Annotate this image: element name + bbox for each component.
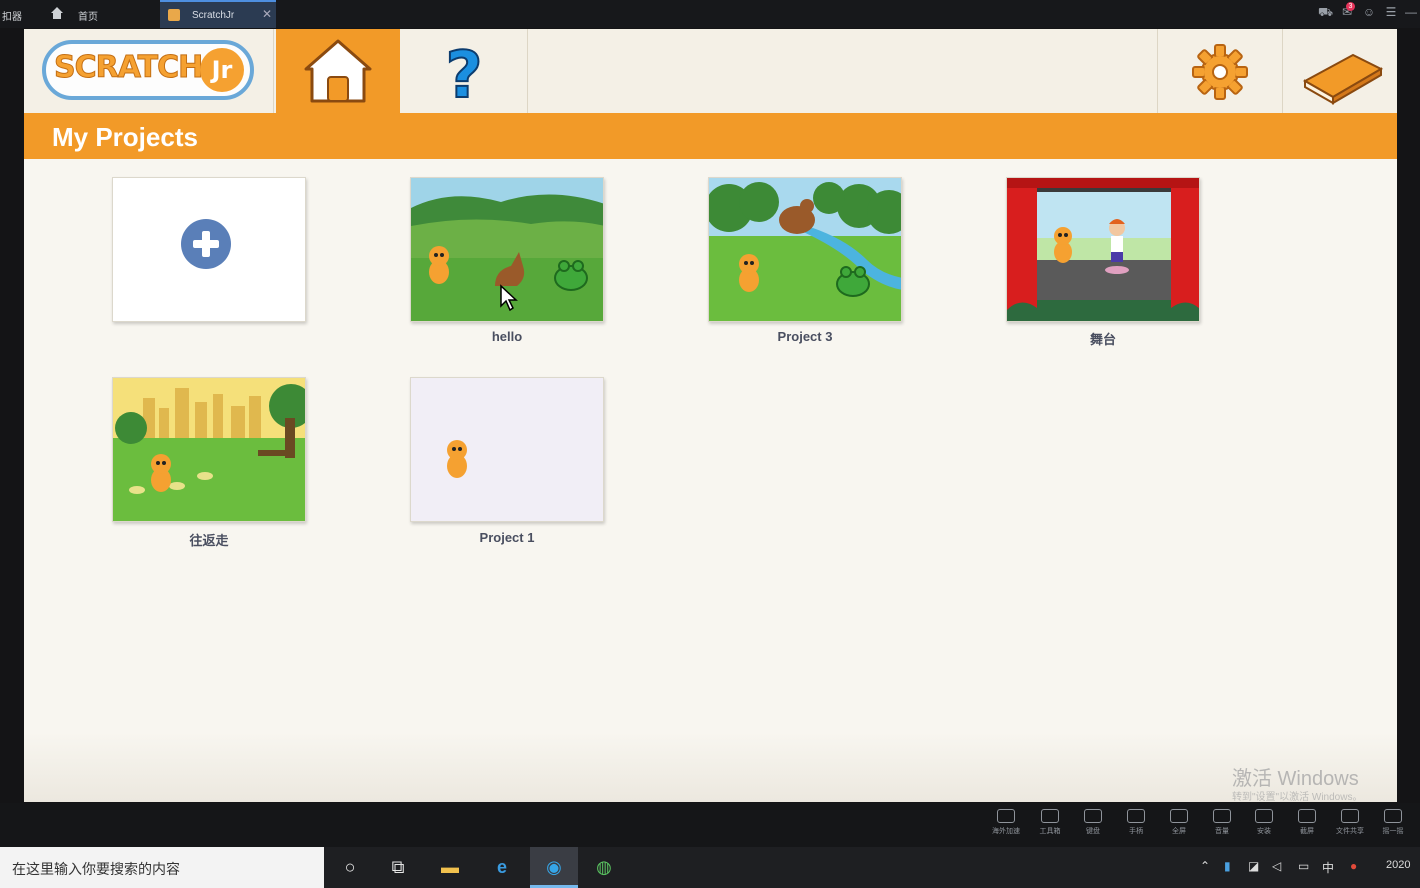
app-header: SCRATCH Jr ? — [24, 29, 1397, 114]
emulator-app-name: 扣器 — [2, 12, 22, 23]
toolbar-keyboard[interactable]: 键盘 — [1073, 809, 1113, 836]
project-card-stage[interactable] — [1006, 177, 1200, 322]
project-label-project-3: Project 3 — [777, 329, 833, 344]
project-label-round-trip: 往返走 — [189, 533, 229, 548]
windows-taskbar: 在这里输入你要搜索的内容 ○ ⧉ ▬ e ◉ ◍ ⌃ ▮ ◪ ◁ ▭ 中 ● 2… — [0, 847, 1420, 888]
shake-icon — [1384, 809, 1402, 823]
home-button[interactable] — [276, 29, 400, 113]
active-tab[interactable]: ScratchJr ✕ — [160, 0, 276, 28]
project-card-hello[interactable] — [410, 177, 604, 322]
tray-clock[interactable]: 2020 — [1386, 859, 1410, 871]
home-tab-icon[interactable] — [50, 6, 64, 20]
toolbar-toolbox[interactable]: 工具箱 — [1030, 809, 1070, 836]
minimize-icon[interactable]: — — [1404, 5, 1418, 19]
toolbar-accelerate[interactable]: 海外加速 — [986, 809, 1026, 836]
emulator-toolbar: 海外加速 工具箱 键盘 手柄 全屏 音量 安装 截屏 文件共享 摇一摇 — [0, 803, 1420, 847]
toolbox-icon — [1041, 809, 1059, 823]
tray-network-icon[interactable]: ◪ — [1248, 859, 1259, 873]
project-thumbnail — [113, 378, 305, 521]
project-label-hello: hello — [491, 329, 523, 344]
task-view-icon[interactable]: ⧉ — [374, 847, 422, 888]
toolbar-gamepad[interactable]: 手柄 — [1116, 809, 1156, 836]
tray-app-icon[interactable]: ▮ — [1224, 859, 1231, 873]
toolbar-volume[interactable]: 音量 — [1202, 809, 1242, 836]
logo-cell: SCRATCH Jr — [24, 29, 274, 113]
toolbar-fullscreen[interactable]: 全屏 — [1159, 809, 1199, 836]
wechat-icon[interactable]: ◍ — [580, 847, 628, 888]
edge-icon[interactable]: e — [478, 847, 526, 888]
rocket-icon — [997, 809, 1015, 823]
notification-badge: 3 — [1346, 2, 1355, 11]
close-tab-icon[interactable]: ✕ — [262, 7, 272, 21]
cortana-icon[interactable]: ○ — [326, 847, 374, 888]
project-label-project-1: Project 1 — [479, 530, 535, 545]
project-thumbnail — [709, 178, 901, 321]
help-button[interactable]: ? — [400, 29, 528, 114]
menu-icon[interactable]: ☰ — [1384, 5, 1398, 19]
project-card-round-trip[interactable] — [112, 377, 306, 522]
logo-jr: Jr — [200, 48, 244, 92]
tray-battery-icon[interactable]: ▭ — [1298, 859, 1309, 873]
page-title-bar: My Projects — [24, 113, 1397, 159]
install-icon — [1255, 809, 1273, 823]
cart-icon[interactable]: ⛟ — [1318, 5, 1333, 19]
project-thumbnail — [411, 378, 603, 521]
home-tab-label[interactable]: 首页 — [78, 8, 98, 23]
keyboard-icon — [1084, 809, 1102, 823]
file-explorer-icon[interactable]: ▬ — [426, 847, 474, 888]
user-icon[interactable]: ☺ — [1362, 5, 1376, 19]
tray-speaker-icon[interactable]: ◁ — [1272, 859, 1281, 873]
page-title: My Projects — [52, 122, 198, 152]
toolbar-install[interactable]: 安装 — [1244, 809, 1284, 836]
project-thumbnail — [411, 178, 603, 321]
project-card-project-1[interactable] — [410, 377, 604, 522]
project-card-project-3[interactable] — [708, 177, 902, 322]
book-icon — [1302, 53, 1384, 105]
tray-security-icon[interactable]: ● — [1350, 859, 1357, 873]
tray-expand-icon[interactable]: ⌃ — [1200, 859, 1210, 873]
activation-watermark-hint: 转到"设置"以激活 Windows。 — [1232, 792, 1363, 803]
gamepad-icon — [1127, 809, 1145, 823]
folder-icon — [1341, 809, 1359, 823]
volume-icon — [1213, 809, 1231, 823]
emulator-title-bar: 扣器 首页 ScratchJr ✕ ⛟ ✉ 3 ☺ ☰ — — [0, 0, 1420, 28]
question-icon: ? — [444, 38, 483, 114]
crop-icon — [1298, 809, 1316, 823]
scratchjr-app: SCRATCH Jr ? My Projects hello Project 3… — [24, 29, 1397, 802]
svg-text:?: ? — [445, 39, 482, 113]
bottom-fade — [24, 732, 1397, 802]
logo-text: SCRATCH — [53, 50, 203, 86]
search-placeholder: 在这里输入你要搜索的内容 — [12, 861, 180, 877]
toolbar-screenshot[interactable]: 截屏 — [1287, 809, 1327, 836]
project-label-stage: 舞台 — [1089, 332, 1116, 347]
activation-watermark: 激活 Windows — [1232, 768, 1359, 790]
toolbar-shake[interactable]: 摇一摇 — [1373, 809, 1413, 836]
active-tab-label: ScratchJr — [192, 10, 235, 21]
plus-circle-icon — [181, 219, 231, 269]
settings-button[interactable] — [1157, 29, 1283, 113]
scratchjr-logo: SCRATCH Jr — [42, 40, 254, 100]
gear-icon — [1192, 44, 1248, 100]
toolbar-file-share[interactable]: 文件共享 — [1330, 809, 1370, 836]
tray-ime[interactable]: 中 — [1322, 859, 1334, 876]
taskbar-search[interactable]: 在这里输入你要搜索的内容 — [0, 847, 324, 888]
scratchjr-tab-icon — [168, 9, 180, 21]
house-icon — [304, 39, 372, 103]
fullscreen-icon — [1170, 809, 1188, 823]
emulator-app-icon[interactable]: ◉ — [530, 847, 578, 888]
book-button[interactable] — [1283, 29, 1397, 113]
new-project-button[interactable] — [112, 177, 306, 322]
project-thumbnail — [1007, 178, 1199, 321]
